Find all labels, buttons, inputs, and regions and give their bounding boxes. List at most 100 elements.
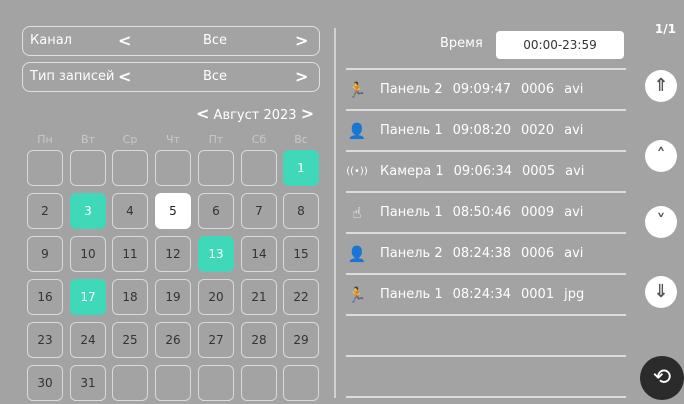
calendar-empty-cell	[198, 365, 234, 401]
record-row[interactable]: 🏃 Панель 1 08:24:34 0001 jpg	[346, 280, 626, 310]
record-time: 09:06:34	[453, 164, 513, 179]
record-time: 09:09:47	[452, 82, 512, 97]
calendar-day[interactable]: 15	[283, 236, 319, 272]
record-source: Панель 1	[380, 123, 443, 138]
record-count: 0006	[521, 246, 555, 261]
calendar-empty-cell	[112, 150, 148, 186]
calendar-day[interactable]: 19	[155, 279, 191, 315]
calendar-day[interactable]: 10	[70, 236, 106, 272]
calendar-day[interactable]: 8	[283, 193, 319, 229]
record-source: Панель 2	[380, 246, 443, 261]
calendar-day[interactable]: 5	[155, 193, 191, 229]
row-divider	[346, 396, 626, 398]
calendar-day[interactable]: 3	[70, 193, 106, 229]
calendar-empty-cell	[27, 150, 63, 186]
record-info: Панель 2 09:09:47 0006 avi	[380, 75, 593, 105]
record-format: avi	[564, 246, 584, 261]
calendar-day[interactable]: 4	[112, 193, 148, 229]
calendar-day[interactable]: 1	[283, 150, 319, 186]
record-row[interactable]: ((•)) Камера 1 09:06:34 0005 avi	[346, 157, 626, 187]
calendar-day[interactable]: 12	[155, 236, 191, 272]
chevron-down-icon: ˅	[656, 211, 666, 232]
record-source: Панель 2	[380, 82, 443, 97]
record-row[interactable]: 👤 Панель 1 09:08:20 0020 avi	[346, 116, 626, 146]
record-time: 09:08:20	[452, 123, 512, 138]
record-count: 0006	[521, 82, 555, 97]
calendar-empty-cell	[155, 150, 191, 186]
record-count: 0001	[521, 287, 555, 302]
record-time: 08:24:38	[452, 246, 512, 261]
calendar-day[interactable]: 9	[27, 236, 63, 272]
calendar-day[interactable]: 14	[241, 236, 277, 272]
calendar-day[interactable]: 7	[241, 193, 277, 229]
record-row[interactable]: ☝ Панель 1 08:50:46 0009 avi	[346, 198, 626, 228]
back-button[interactable]: ⟲	[640, 356, 684, 400]
record-type-prev-button[interactable]: <	[118, 63, 131, 91]
back-arrow-icon: ⟲	[652, 365, 672, 390]
channel-label: Канал	[30, 33, 72, 48]
double-up-icon: ⇑	[653, 75, 669, 96]
calendar-day[interactable]: 17	[70, 279, 106, 315]
record-type-label: Тип записей	[30, 69, 115, 84]
calendar-day[interactable]: 21	[241, 279, 277, 315]
calendar-day[interactable]: 13	[198, 236, 234, 272]
calendar-day[interactable]: 24	[70, 322, 106, 358]
record-format: avi	[564, 123, 584, 138]
calendar-day[interactable]: 27	[198, 322, 234, 358]
month-navigator: < Август 2023 >	[196, 104, 314, 123]
row-divider	[346, 355, 626, 357]
next-month-button[interactable]: >	[301, 104, 314, 123]
record-row[interactable]: 👤 Панель 2 08:24:38 0006 avi	[346, 239, 626, 269]
scroll-up-button[interactable]: ˄	[645, 140, 677, 172]
scroll-down-button[interactable]: ˅	[645, 206, 677, 238]
last-page-button[interactable]: ⇓	[645, 276, 677, 308]
channel-next-button[interactable]: >	[295, 27, 308, 55]
calendar-day[interactable]: 11	[112, 236, 148, 272]
calendar-day[interactable]: 25	[112, 322, 148, 358]
calendar-day[interactable]: 23	[27, 322, 63, 358]
calendar-day[interactable]: 18	[112, 279, 148, 315]
row-divider	[346, 314, 626, 316]
calendar-day[interactable]: 28	[241, 322, 277, 358]
person-alert-icon: 👤	[347, 122, 367, 140]
calendar-empty-cell	[112, 365, 148, 401]
record-count: 0009	[521, 205, 555, 220]
tap-alert-icon: ☝	[352, 204, 362, 222]
calendar-empty-cell	[155, 365, 191, 401]
calendar-day[interactable]: 20	[198, 279, 234, 315]
record-count: 0005	[522, 164, 556, 179]
calendar-day[interactable]: 22	[283, 279, 319, 315]
record-source: Панель 1	[380, 205, 443, 220]
calendar-empty-cell	[241, 365, 277, 401]
calendar-day[interactable]: 30	[27, 365, 63, 401]
time-range-input[interactable]: 00:00-23:59	[496, 31, 624, 59]
row-divider	[346, 109, 626, 111]
calendar-day[interactable]: 29	[283, 322, 319, 358]
calendar-day[interactable]: 26	[155, 322, 191, 358]
calendar-day[interactable]: 6	[198, 193, 234, 229]
record-source: Панель 1	[380, 287, 443, 302]
channel-prev-button[interactable]: <	[118, 27, 131, 55]
first-page-button[interactable]: ⇑	[645, 70, 677, 102]
record-row[interactable]: 🏃 Панель 2 09:09:47 0006 avi	[346, 75, 626, 105]
row-divider	[346, 68, 626, 70]
calendar-day[interactable]: 16	[27, 279, 63, 315]
record-type-value: Все	[202, 69, 228, 84]
record-type-selector[interactable]: Тип записей < Все >	[22, 62, 320, 92]
prev-month-button[interactable]: <	[196, 104, 209, 123]
calendar-day[interactable]: 2	[27, 193, 63, 229]
record-type-next-button[interactable]: >	[295, 63, 308, 91]
row-divider	[346, 273, 626, 275]
channel-value: Все	[202, 33, 228, 48]
record-count: 0020	[521, 123, 555, 138]
running-person-icon: 🏃	[347, 286, 367, 304]
weekday-label: Ср	[122, 133, 138, 146]
row-divider	[346, 150, 626, 152]
row-divider	[346, 232, 626, 234]
calendar-day[interactable]: 31	[70, 365, 106, 401]
calendar-empty-cell	[283, 365, 319, 401]
record-format: jpg	[564, 287, 585, 302]
weekday-label: Пт	[208, 133, 224, 146]
record-info: Камера 1 09:06:34 0005 avi	[380, 157, 594, 187]
channel-selector[interactable]: Канал < Все >	[22, 26, 320, 56]
